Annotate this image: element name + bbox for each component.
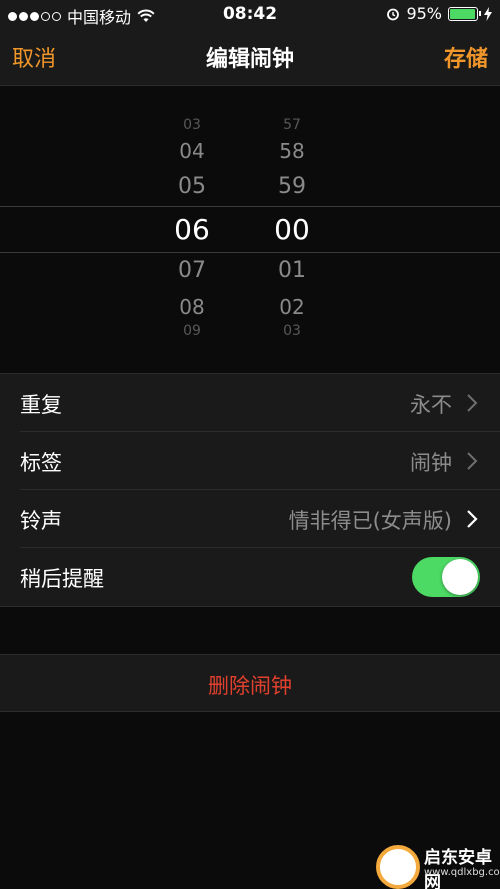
time-picker[interactable]: 03 04 05 06 07 08 09 57 58 59 00 01 02 0… xyxy=(0,87,500,373)
delete-alarm-label: 删除闹钟 xyxy=(208,674,292,698)
hour-option[interactable]: 04 xyxy=(152,139,232,163)
minute-wheel[interactable]: 57 58 59 00 01 02 03 xyxy=(252,87,332,373)
charging-icon xyxy=(484,6,492,21)
hour-selected[interactable]: 06 xyxy=(152,213,232,246)
repeat-value: 永不 xyxy=(410,393,452,417)
hour-wheel[interactable]: 03 04 05 06 07 08 09 xyxy=(152,87,232,373)
chevron-right-icon xyxy=(467,394,478,412)
alarm-icon xyxy=(387,8,400,20)
picker-selection-bottom-line xyxy=(0,252,500,253)
snooze-toggle[interactable] xyxy=(412,557,480,597)
repeat-label: 重复 xyxy=(20,393,62,417)
watermark-url: www.qdlxbg.com xyxy=(424,867,500,878)
label-label: 标签 xyxy=(20,451,62,475)
battery-percent: 95% xyxy=(406,4,442,23)
minute-option[interactable]: 57 xyxy=(252,117,332,133)
hour-option[interactable]: 05 xyxy=(152,174,232,199)
battery-icon xyxy=(448,6,481,21)
save-button[interactable]: 存储 xyxy=(444,41,488,73)
toggle-knob xyxy=(442,559,478,595)
minute-option[interactable]: 02 xyxy=(252,295,332,319)
watermark-title: 启东安卓网 xyxy=(424,848,492,889)
minute-option[interactable]: 01 xyxy=(252,258,332,283)
delete-alarm-button[interactable]: 删除闹钟 xyxy=(0,654,500,712)
minute-option[interactable]: 59 xyxy=(252,174,332,199)
alarm-settings-list: 重复 永不 标签 闹钟 铃声 情非得已(女声版) 稍后提醒 xyxy=(0,373,500,607)
page-title: 编辑闹钟 xyxy=(205,47,294,72)
nav-bar: 取消 编辑闹钟 存储 xyxy=(0,28,500,86)
hour-option[interactable]: 08 xyxy=(152,295,232,319)
picker-selection-top-line xyxy=(0,206,500,207)
sound-row[interactable]: 铃声 情非得已(女声版) xyxy=(20,490,500,548)
status-bar: 中国移动 08:42 95% xyxy=(0,0,500,28)
watermark: 启东安卓网 www.qdlxbg.com xyxy=(358,837,500,889)
minute-option[interactable]: 03 xyxy=(252,323,332,339)
label-row[interactable]: 标签 闹钟 xyxy=(20,432,500,490)
battery-level xyxy=(450,8,475,19)
minute-selected[interactable]: 00 xyxy=(252,213,332,246)
label-value: 闹钟 xyxy=(410,451,452,475)
chevron-right-icon xyxy=(467,510,478,528)
hour-option[interactable]: 09 xyxy=(152,323,232,339)
hour-option[interactable]: 07 xyxy=(152,258,232,283)
status-right: 95% xyxy=(386,4,492,23)
snooze-label: 稍后提醒 xyxy=(20,567,104,591)
sound-value: 情非得已(女声版) xyxy=(288,509,452,533)
chevron-right-icon xyxy=(467,452,478,470)
snooze-row: 稍后提醒 xyxy=(20,548,500,606)
hour-option[interactable]: 03 xyxy=(152,117,232,133)
watermark-logo xyxy=(376,845,420,889)
minute-option[interactable]: 58 xyxy=(252,139,332,163)
sound-label: 铃声 xyxy=(20,509,62,533)
repeat-row[interactable]: 重复 永不 xyxy=(20,374,500,432)
